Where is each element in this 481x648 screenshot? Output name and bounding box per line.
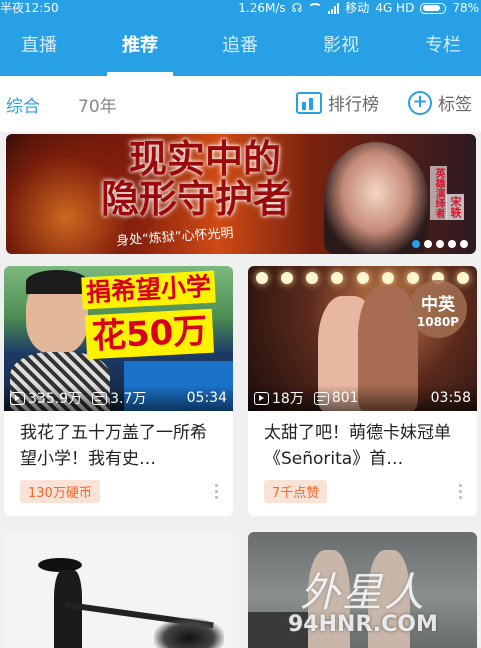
tab-recommend[interactable]: 推荐: [105, 16, 175, 76]
status-bar: 半夜12:50 1.26M/s ☊ 移动 4G HD 78%: [0, 0, 481, 16]
banner-title: 现实中的 隐形守护者: [101, 139, 291, 219]
carousel-dot[interactable]: [448, 240, 456, 248]
carousel-dots: [412, 240, 468, 248]
carousel-dot[interactable]: [424, 240, 432, 248]
signal-icon: [328, 2, 340, 14]
video-thumbnail[interactable]: 捐希望小学 花50万 335.9万 3.7万 05:34: [4, 266, 233, 411]
tags-label: 标签: [438, 95, 472, 115]
play-count-icon: [254, 391, 269, 405]
carousel-dot[interactable]: [460, 240, 468, 248]
danmaku-stat: 3.7万: [92, 388, 146, 408]
play-count-icon: [10, 391, 25, 405]
carousel-dot[interactable]: [436, 240, 444, 248]
video-card[interactable]: 捐希望小学 花50万 335.9万 3.7万 05:34 我花了五十万盖了一所希…: [4, 266, 233, 516]
ink-splash: [154, 618, 224, 648]
status-time: 半夜12:50: [0, 1, 59, 15]
video-badge: 130万硬币: [20, 480, 100, 503]
battery-level: 78%: [452, 1, 479, 15]
danmaku-icon: [92, 391, 108, 405]
tags-button[interactable]: + 标签: [408, 90, 472, 115]
watermark-text: 外星人: [300, 570, 426, 616]
video-badge: 7千点赞: [264, 480, 328, 503]
banner-actor-name: 宋轶: [446, 194, 464, 220]
video-title[interactable]: 我花了五十万盖了一所希望小学！我有史…: [20, 420, 220, 472]
video-thumbnail[interactable]: [4, 532, 233, 648]
danmaku-count: 3.7万: [110, 391, 147, 407]
danmaku-stat: 801: [313, 390, 359, 406]
more-options-icon[interactable]: [459, 484, 463, 499]
subtitle-lang: 中英: [421, 295, 455, 315]
video-title[interactable]: 太甜了吧！萌德卡妹冠单《Señorita》首…: [264, 420, 464, 472]
subtitle-quality-badge: 中英 1080P: [409, 280, 467, 338]
views-count: 18万: [272, 391, 304, 407]
banner-portrait: [324, 142, 428, 254]
video-thumbnail[interactable]: 中英 1080P 18万 801 03:58: [248, 266, 477, 411]
video-card[interactable]: 中英 1080P 18万 801 03:58 太甜了吧！萌德卡妹冠单《Señor…: [248, 266, 477, 516]
tag-add-icon: +: [408, 90, 432, 115]
network-speed: 1.26M/s: [238, 1, 286, 15]
danmaku-count: 801: [331, 390, 359, 406]
ranking-button[interactable]: 排行榜: [296, 90, 379, 115]
top-nav: 直播 推荐 追番 影视 专栏: [0, 16, 481, 76]
banner-note: 英雄演绎者: [430, 166, 447, 220]
video-card[interactable]: [4, 532, 233, 648]
views-stat: 335.9万: [10, 388, 82, 408]
video-stats: 18万 801 03:58: [248, 385, 477, 411]
headphone-icon: ☊: [291, 1, 303, 15]
watermark-url: 94HNR.COM: [288, 612, 438, 637]
banner-title-line2: 隐形守护者: [101, 176, 292, 221]
watermark: 外星人 94HNR.COM: [288, 560, 438, 637]
video-quality: 1080P: [416, 315, 460, 329]
thumbnail-hair: [26, 270, 88, 294]
thumbnail-caption: 花50万: [84, 308, 215, 360]
status-right: 1.26M/s ☊ 移动 4G HD 78%: [238, 0, 479, 16]
carrier-name: 移动: [345, 1, 370, 15]
tab-follow-anime[interactable]: 追番: [205, 16, 275, 76]
subtab-70-years[interactable]: 70年: [78, 92, 117, 117]
views-count: 335.9万: [28, 391, 83, 407]
more-options-icon[interactable]: [215, 484, 219, 499]
tab-live[interactable]: 直播: [4, 16, 74, 76]
ranking-label: 排行榜: [328, 95, 379, 115]
video-duration: 05:34: [186, 390, 227, 406]
wifi-icon: [308, 3, 323, 13]
sub-bar: 综合 70年 排行榜 + 标签: [0, 76, 481, 132]
thumbnail-caption: 捐希望小学: [81, 270, 216, 310]
ranking-icon: [296, 91, 322, 114]
tab-columns[interactable]: 专栏: [408, 16, 478, 76]
banner-title-line1: 现实中的: [129, 136, 282, 181]
video-duration: 03:58: [430, 390, 471, 406]
battery-icon: [420, 2, 447, 14]
tab-movies[interactable]: 影视: [306, 16, 376, 76]
danmaku-icon: [313, 391, 329, 405]
carousel-dot[interactable]: [412, 240, 420, 248]
banner-carousel[interactable]: 现实中的 隐形守护者 身处“炼狱”心怀光明 英雄演绎者 宋轶: [6, 134, 476, 254]
network-type: 4G HD: [375, 1, 415, 15]
video-stats: 335.9万 3.7万 05:34: [4, 385, 233, 411]
views-stat: 18万: [254, 388, 304, 408]
subtab-all[interactable]: 综合: [6, 92, 40, 117]
